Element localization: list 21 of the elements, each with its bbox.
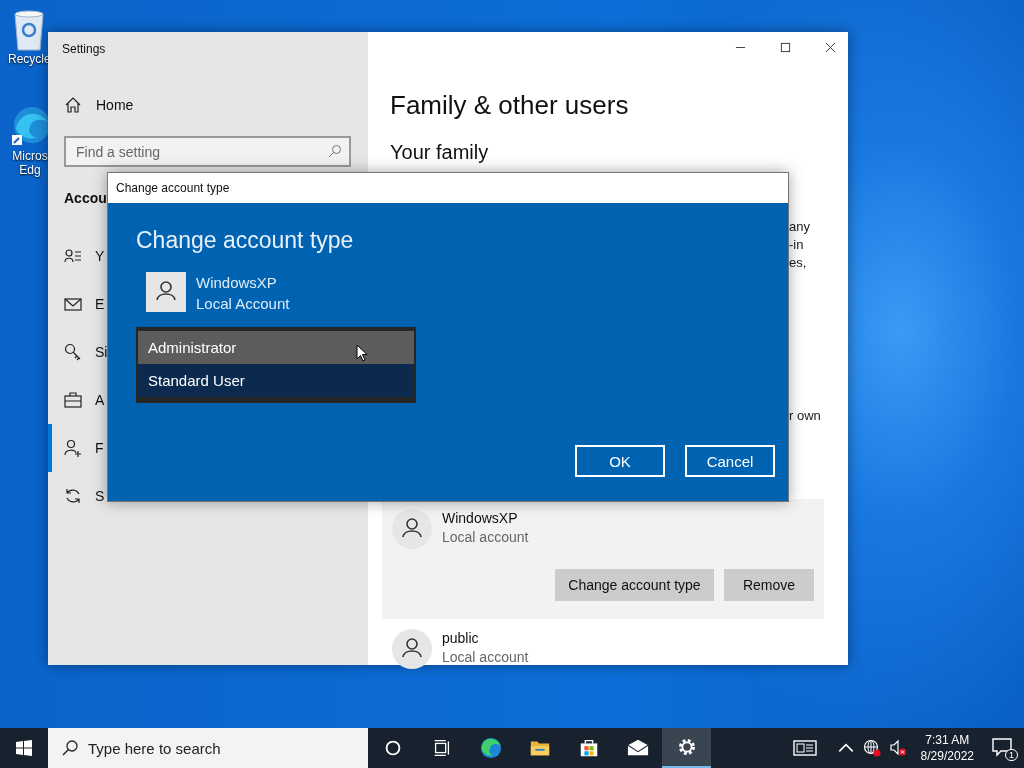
desktop-icon-label: Micros — [12, 149, 48, 163]
notification-badge: 1 — [1005, 749, 1018, 761]
account-type: Local account — [442, 528, 529, 547]
dialog-title: Change account type — [108, 173, 788, 203]
clock-time: 7:31 AM — [924, 732, 971, 748]
section-heading: Accou — [64, 189, 107, 208]
account-name: public — [442, 629, 480, 648]
description-text: r own — [789, 407, 821, 425]
clock-date: 8/29/2022 — [920, 748, 974, 764]
description-text: -in — [789, 236, 804, 254]
section-heading: Your family — [390, 140, 489, 165]
account-name: WindowsXP — [442, 509, 519, 528]
page-heading: Family & other users — [390, 89, 629, 121]
description-text: es, — [789, 254, 807, 272]
dialog-heading: Change account type — [136, 226, 354, 254]
window-title: Settings — [62, 42, 107, 56]
description-text: any — [789, 218, 810, 236]
account-type: Local account — [442, 648, 529, 667]
account-type: Local Account — [196, 294, 290, 314]
account-name: WindowsXP — [196, 273, 277, 293]
desktop-icon-label: Edg — [19, 163, 41, 177]
